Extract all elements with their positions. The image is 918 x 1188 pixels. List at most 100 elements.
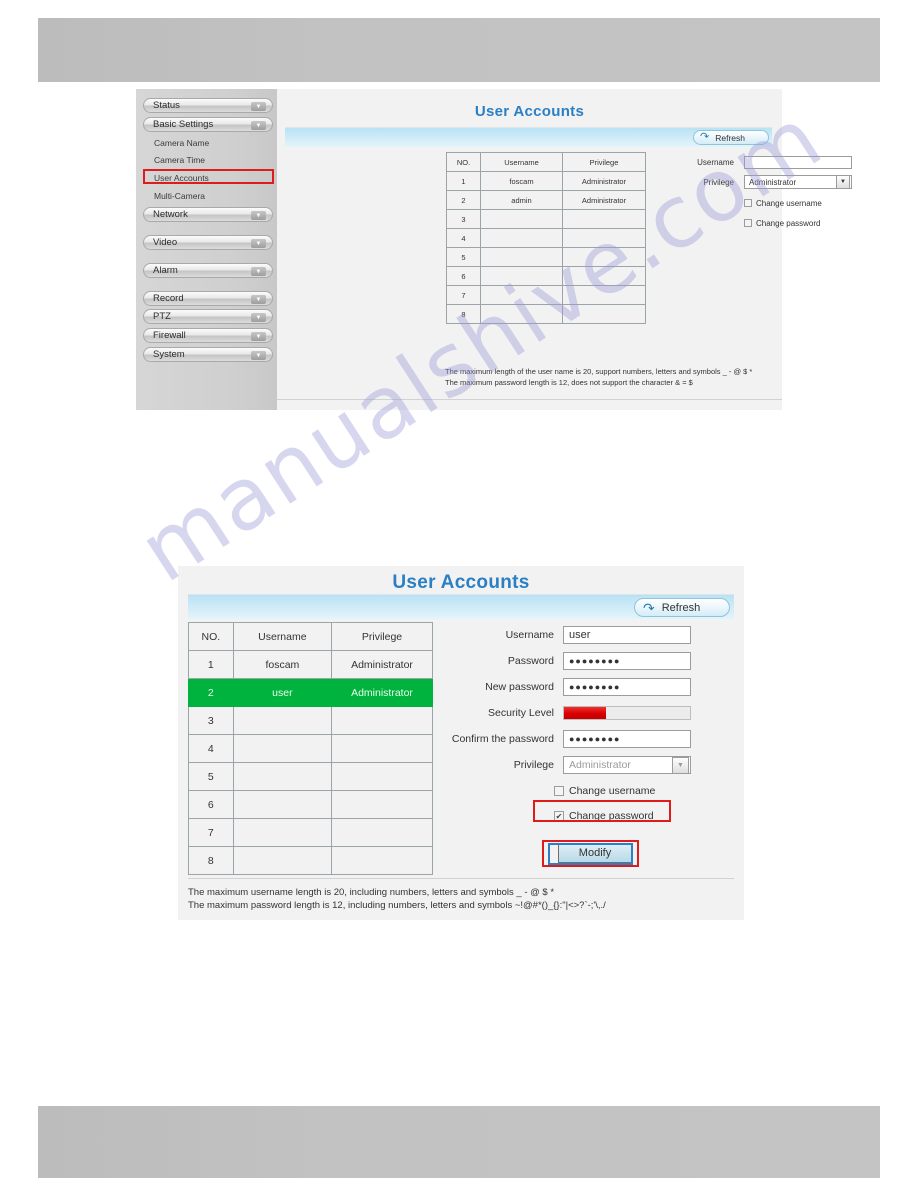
sidebar-item-camera-name[interactable]: Camera Name — [154, 138, 209, 148]
privilege-cell — [331, 846, 433, 875]
page-footer-band — [38, 1106, 880, 1178]
table-row[interactable]: 8 — [188, 846, 433, 875]
row-number-cell: 8 — [446, 304, 481, 324]
sidebar-group-label: Basic Settings — [153, 119, 214, 130]
refresh-button[interactable]: ↷ Refresh — [693, 130, 769, 145]
table-header-cell: NO. — [446, 152, 481, 172]
hint-line-1: The maximum username length is 20, inclu… — [188, 887, 555, 898]
sidebar-group-network[interactable]: Network ▼ — [143, 207, 273, 222]
screenshot-panel-user-accounts-modify: User Accounts ↷ Refresh NO. Username Privi… — [178, 566, 744, 920]
row-number-cell: 3 — [446, 209, 481, 229]
username-input[interactable] — [744, 155, 852, 169]
sidebar-group-label: Firewall — [153, 330, 186, 341]
toolbar: ↷ Refresh — [285, 127, 772, 147]
confirm-password-input[interactable]: ●●●●●●●● — [563, 730, 691, 748]
username-input[interactable]: user — [563, 626, 691, 644]
form-row-security-level: Security Level — [446, 700, 736, 726]
page-title: User Accounts — [474, 103, 585, 120]
table-header-cell: Username — [232, 622, 333, 651]
privilege-cell — [562, 266, 646, 286]
row-number-cell: 4 — [446, 228, 481, 248]
username-cell — [480, 247, 563, 267]
table-row[interactable]: 4 — [188, 734, 433, 763]
form-row-username: Username — [662, 153, 912, 171]
refresh-button-label: Refresh — [715, 132, 745, 143]
sidebar-group-label: Video — [153, 237, 178, 248]
privilege-cell — [562, 209, 646, 229]
row-number-cell: 6 — [188, 790, 234, 819]
sidebar-group-alarm[interactable]: Alarm ▼ — [143, 263, 273, 278]
table-row[interactable]: 5 — [446, 247, 646, 267]
refresh-button-label: Refresh — [661, 601, 701, 614]
sidebar-group-record[interactable]: Record ▼ — [143, 291, 273, 306]
privilege-cell — [562, 285, 646, 305]
chevron-down-icon: ▼ — [251, 267, 266, 276]
username-cell: admin — [480, 190, 563, 210]
chevron-down-icon: ▼ — [251, 313, 266, 322]
table-row[interactable]: 1 foscam Administrator — [446, 171, 646, 191]
form-row-new-password: New password ●●●●●●●● — [446, 674, 736, 700]
table-header-cell: NO. — [188, 622, 234, 651]
table-row[interactable]: 2 user Administrator — [188, 678, 433, 707]
table-row[interactable]: 2 admin Administrator — [446, 190, 646, 210]
username-cell: foscam — [480, 171, 563, 191]
username-cell — [480, 209, 563, 229]
privilege-cell: Administrator — [331, 678, 433, 707]
sidebar-group-label: Record — [153, 293, 184, 304]
sidebar-item-multi-camera[interactable]: Multi-Camera — [154, 191, 205, 201]
change-username-checkbox[interactable] — [554, 785, 564, 796]
change-password-row[interactable]: Change password — [744, 213, 912, 233]
table-row[interactable]: 4 — [446, 228, 646, 248]
change-password-highlight — [533, 800, 671, 822]
table-row[interactable]: 5 — [188, 762, 433, 791]
refresh-arrow-icon: ↷ — [643, 599, 655, 616]
table-header-cell: Privilege — [562, 152, 646, 172]
change-username-label: Change username — [756, 198, 822, 208]
row-number-cell: 7 — [446, 285, 481, 305]
chevron-down-icon: ▼ — [251, 102, 266, 111]
privilege-cell: Administrator — [562, 171, 646, 191]
panel1-content: User Accounts ↷ Refresh NO. Username Privi… — [277, 89, 852, 410]
sidebar-item-camera-time[interactable]: Camera Time — [154, 155, 205, 165]
change-password-checkbox[interactable] — [744, 219, 752, 227]
refresh-button[interactable]: ↷ Refresh — [634, 598, 730, 617]
sidebar-item-user-accounts[interactable]: User Accounts — [154, 173, 209, 183]
table-row[interactable]: 7 — [446, 285, 646, 305]
sidebar-group-ptz[interactable]: PTZ ▼ — [143, 309, 273, 324]
table-row[interactable]: 3 — [188, 706, 433, 735]
privilege-select[interactable]: Administrator ▼ — [744, 175, 852, 189]
table-row[interactable]: 1 foscam Administrator — [188, 650, 433, 679]
password-input[interactable]: ●●●●●●●● — [563, 652, 691, 670]
new-password-label: New password — [485, 681, 554, 693]
privilege-select[interactable]: Administrator ▼ — [563, 756, 691, 774]
new-password-input[interactable]: ●●●●●●●● — [563, 678, 691, 696]
modify-button-highlight-blue — [548, 843, 633, 865]
row-number-cell: 8 — [188, 846, 234, 875]
password-label: Password — [507, 655, 554, 667]
chevron-down-icon: ▼ — [251, 239, 266, 248]
form-row-password: Password ●●●●●●●● — [446, 648, 736, 674]
security-level-meter-fill — [564, 707, 606, 719]
table-row[interactable]: 6 — [188, 790, 433, 819]
table-row[interactable]: 3 — [446, 209, 646, 229]
table-row[interactable]: 7 — [188, 818, 433, 847]
sidebar-group-video[interactable]: Video ▼ — [143, 235, 273, 250]
table-header-cell: Privilege — [331, 622, 433, 651]
form-row-confirm-password: Confirm the password ●●●●●●●● — [446, 726, 736, 752]
form-row-privilege: Privilege Administrator ▼ — [662, 171, 912, 193]
table-row[interactable]: 8 — [446, 304, 646, 324]
change-username-row[interactable]: Change username — [744, 193, 912, 213]
privilege-cell: Administrator — [331, 650, 433, 679]
change-username-checkbox[interactable] — [744, 199, 752, 207]
sidebar-group-status[interactable]: Status ▼ — [143, 98, 273, 113]
row-number-cell: 5 — [188, 762, 234, 791]
chevron-down-icon[interactable]: ▼ — [672, 756, 689, 774]
sidebar-group-basic-settings[interactable]: Basic Settings ▼ — [143, 117, 273, 132]
chevron-down-icon[interactable]: ▼ — [836, 175, 850, 189]
sidebar-group-firewall[interactable]: Firewall ▼ — [143, 328, 273, 343]
sidebar-group-system[interactable]: System ▼ — [143, 347, 273, 362]
username-label: Username — [697, 157, 734, 167]
chevron-down-icon: ▼ — [251, 332, 266, 341]
table-row[interactable]: 6 — [446, 266, 646, 286]
privilege-cell — [331, 734, 433, 763]
